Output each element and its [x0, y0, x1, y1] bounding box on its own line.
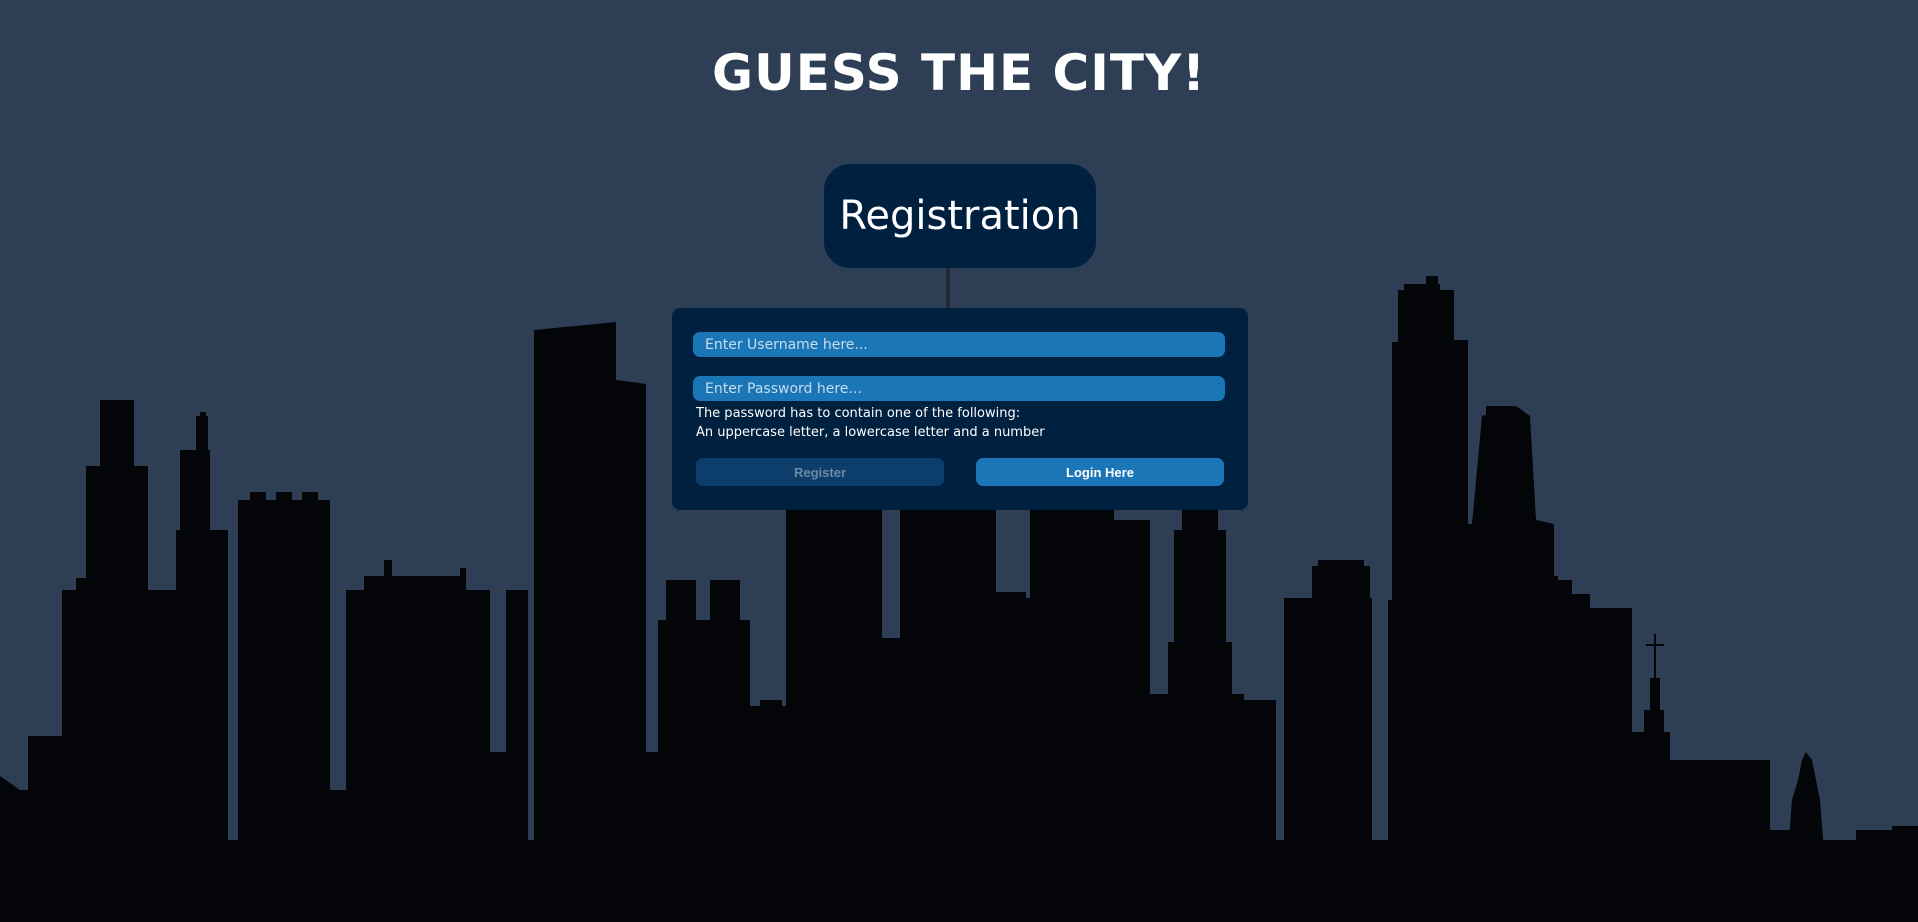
page-title: GUESS THE CITY!	[712, 44, 1206, 102]
login-here-button[interactable]: Login Here	[976, 458, 1224, 486]
password-requirements-hint: The password has to contain one of the f…	[696, 404, 1045, 442]
page: GUESS THE CITY! Registration The passwor…	[0, 0, 1918, 922]
password-hint-line-2: An uppercase letter, a lowercase letter …	[696, 425, 1045, 440]
registration-form: The password has to contain one of the f…	[672, 308, 1248, 510]
registration-heading: Registration	[824, 164, 1096, 268]
password-hint-line-1: The password has to contain one of the f…	[696, 406, 1021, 421]
register-button[interactable]: Register	[696, 458, 944, 486]
password-input[interactable]	[693, 376, 1225, 401]
username-input[interactable]	[693, 332, 1225, 357]
heading-connector-line	[946, 266, 950, 310]
